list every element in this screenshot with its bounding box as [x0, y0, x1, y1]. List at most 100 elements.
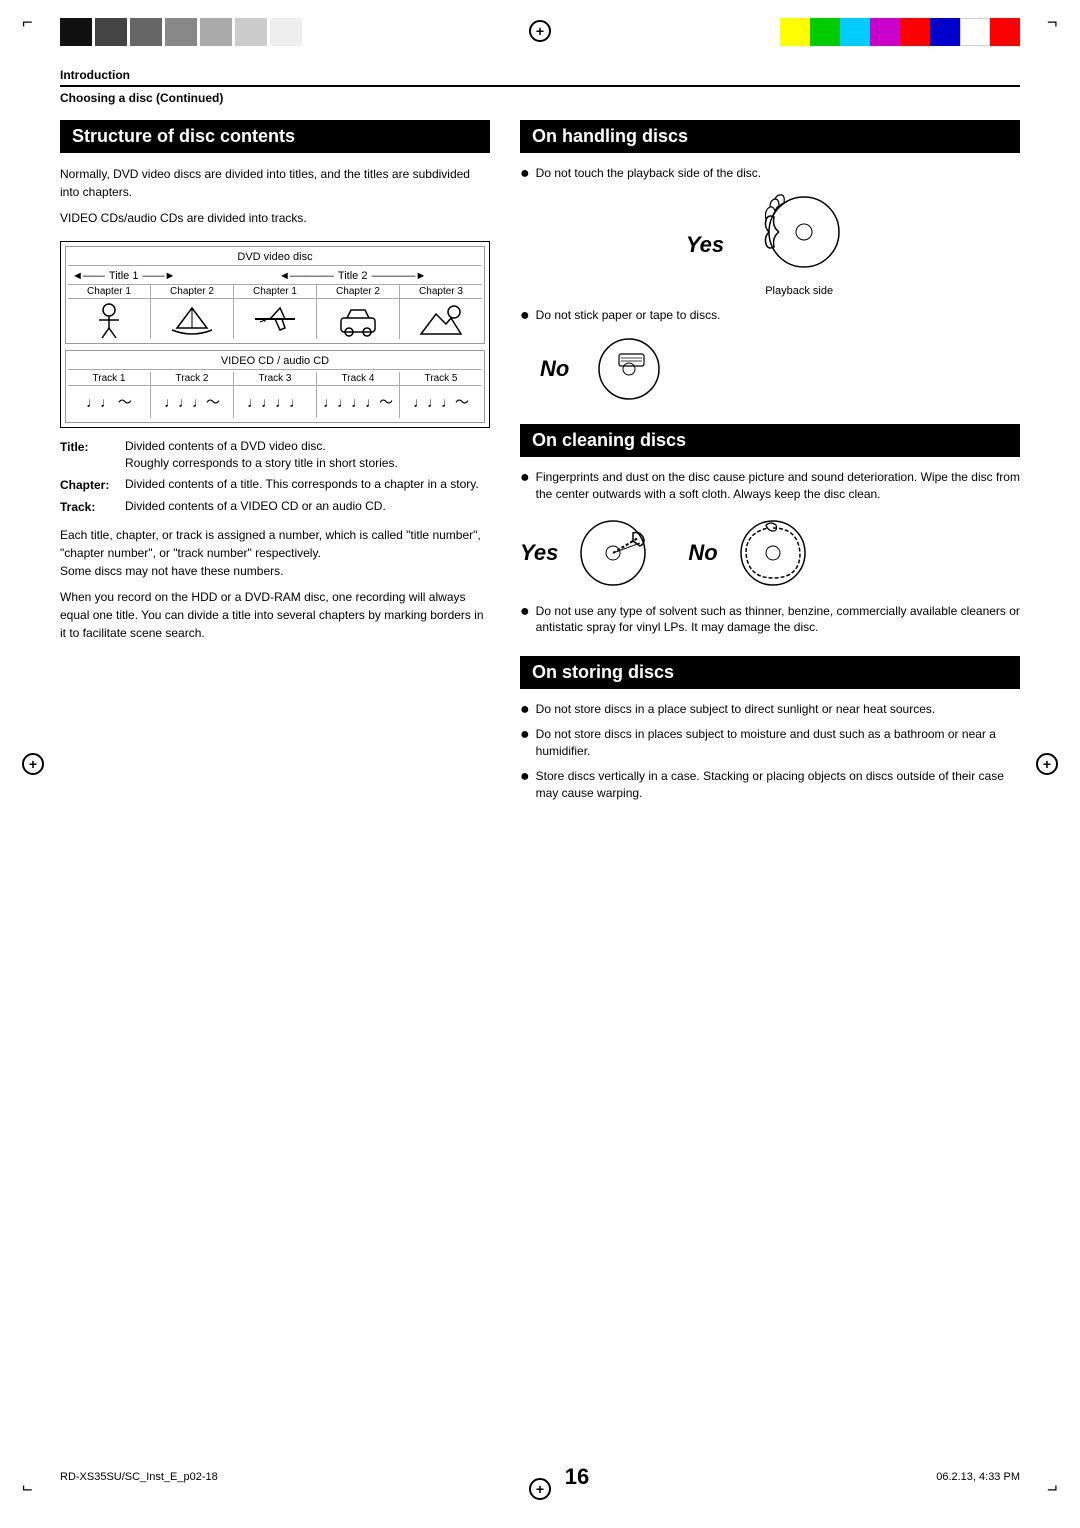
- cleaning-yes: Yes: [520, 513, 658, 593]
- storing-bullet-1: ● Do not store discs in a place subject …: [520, 701, 1020, 718]
- playback-side-note: Playback side: [744, 285, 854, 297]
- storing-bullet-1-text: Do not store discs in a place subject to…: [536, 701, 936, 718]
- top-color-bar: [780, 18, 1020, 46]
- title1-arrow-right: ——►: [142, 270, 175, 282]
- bullet-dot-4: ●: [520, 604, 530, 620]
- main-content: Structure of disc contents Normally, DVD…: [60, 120, 1020, 821]
- handling-bullet-2: ● Do not stick paper or tape to discs.: [520, 307, 1020, 324]
- body-text-1: Each title, chapter, or track is assigne…: [60, 526, 490, 580]
- def-title: Title: Divided contents of a DVD video d…: [60, 438, 490, 472]
- handling-bullet-1-text: Do not touch the playback side of the di…: [536, 165, 761, 182]
- chapter-cell: Chapter 1: [234, 285, 317, 298]
- corner-mark-tl: ⌐: [22, 12, 33, 33]
- def-track-term: Track:: [60, 498, 125, 516]
- chapter-cell: Chapter 1: [68, 285, 151, 298]
- cleaning-bullet-2-text: Do not use any type of solvent such as t…: [536, 603, 1020, 637]
- handling-bullet-1: ● Do not touch the playback side of the …: [520, 165, 1020, 182]
- storing-bullet-2-text: Do not store discs in places subject to …: [536, 726, 1020, 760]
- def-title-desc: Divided contents of a DVD video disc.Rou…: [125, 438, 398, 472]
- music-cell-3: ♩♩♩♩: [234, 386, 317, 418]
- title2-label: ◄———— Title 2 ————►: [275, 270, 482, 282]
- storing-bullet-3-text: Store discs vertically in a case. Stacki…: [536, 768, 1020, 802]
- yes-disc-pair: Yes: [686, 192, 854, 297]
- img-cell-2: [151, 299, 234, 339]
- track-cell-5: Track 5: [400, 372, 482, 385]
- music-cell-5: ♩♩♩～: [400, 386, 482, 418]
- img-cell-5: [400, 299, 482, 339]
- no-label-handling: No: [540, 356, 569, 382]
- bullet-dot-7: ●: [520, 769, 530, 785]
- handling-section: On handling discs ● Do not touch the pla…: [520, 120, 1020, 404]
- def-chapter-desc: Divided contents of a title. This corres…: [125, 476, 479, 494]
- cleaning-bullet-1: ● Fingerprints and dust on the disc caus…: [520, 469, 1020, 503]
- no-disc-svg: [589, 334, 669, 404]
- corner-mark-tr: ⌐: [1047, 12, 1058, 33]
- page-footer: RD-XS35SU/SC_Inst_E_p02-18 16 06.2.13, 4…: [60, 1464, 1020, 1490]
- music-cell-4: ♩♩♩♩～: [317, 386, 400, 418]
- footer-left-note: RD-XS35SU/SC_Inst_E_p02-18: [60, 1471, 218, 1483]
- cleaning-yes-label: Yes: [520, 540, 558, 566]
- subsection-label: Choosing a disc (Continued): [60, 91, 1020, 105]
- track-cell-3: Track 3: [234, 372, 317, 385]
- intro-text-2: VIDEO CDs/audio CDs are divided into tra…: [60, 209, 490, 227]
- yes-disc-area: Yes: [520, 192, 1020, 297]
- chapter-cell: Chapter 2: [151, 285, 234, 298]
- title1-arrow: ◄——: [72, 270, 105, 282]
- bullet-dot-2: ●: [520, 308, 530, 324]
- cleaning-yes-no: Yes No: [520, 513, 1020, 593]
- bullet-dot-1: ●: [520, 166, 530, 182]
- img-cell-1: [68, 299, 151, 339]
- music-cell-2: ♩♩♩～: [151, 386, 234, 418]
- cleaning-section: On cleaning discs ● Fingerprints and dus…: [520, 424, 1020, 636]
- reg-circle-right: [1036, 753, 1058, 775]
- reg-circle-top: [529, 20, 551, 42]
- bullet-dot-6: ●: [520, 727, 530, 743]
- storing-bullet-3: ● Store discs vertically in a case. Stac…: [520, 768, 1020, 802]
- title2-arrow-right: ————►: [371, 270, 426, 282]
- title1-label: ◄—— Title 1 ——►: [68, 270, 275, 282]
- page-number: 16: [565, 1464, 589, 1490]
- handling-section-header: On handling discs: [520, 120, 1020, 153]
- track-cell-4: Track 4: [317, 372, 400, 385]
- def-chapter-term: Chapter:: [60, 476, 125, 494]
- page-header: Introduction Choosing a disc (Continued): [60, 68, 1020, 105]
- cleaning-yes-svg: [568, 513, 658, 593]
- corner-mark-br: ⌐: [1047, 1479, 1058, 1500]
- music-cell-1: ♩♩ ～: [68, 386, 151, 418]
- track-cell-2: Track 2: [151, 372, 234, 385]
- cleaning-bullet-1-text: Fingerprints and dust on the disc cause …: [536, 469, 1020, 503]
- cleaning-section-header: On cleaning discs: [520, 424, 1020, 457]
- right-column: On handling discs ● Do not touch the pla…: [520, 120, 1020, 821]
- vcd-disc-row: VIDEO CD / audio CD Track 1 Track 2 Trac…: [65, 350, 485, 423]
- yes-label-handling: Yes: [686, 232, 724, 258]
- def-track-desc: Divided contents of a VIDEO CD or an aud…: [125, 498, 386, 516]
- vcd-disc-label: VIDEO CD / audio CD: [68, 355, 482, 370]
- cleaning-no-label: No: [688, 540, 717, 566]
- cleaning-no: No: [688, 513, 817, 593]
- bullet-dot-3: ●: [520, 470, 530, 486]
- images-row: [68, 299, 482, 339]
- dvd-disc-row: DVD video disc ◄—— Title 1 ——► ◄———— Tit…: [65, 246, 485, 344]
- storing-bullet-2: ● Do not store discs in places subject t…: [520, 726, 1020, 760]
- corner-mark-bl: ⌐: [22, 1479, 33, 1500]
- cleaning-bullet-2: ● Do not use any type of solvent such as…: [520, 603, 1020, 637]
- structure-section-header: Structure of disc contents: [60, 120, 490, 153]
- music-row: ♩♩ ～ ♩♩♩～ ♩♩♩♩ ♩♩♩♩～ ♩♩♩～: [68, 386, 482, 418]
- no-disc-area: No: [540, 334, 1020, 404]
- track-cell-1: Track 1: [68, 372, 151, 385]
- def-chapter: Chapter: Divided contents of a title. Th…: [60, 476, 490, 494]
- body-text-2: When you record on the HDD or a DVD-RAM …: [60, 588, 490, 642]
- bullet-dot-5: ●: [520, 702, 530, 718]
- top-black-bar: [60, 18, 302, 46]
- yes-label-text: Yes: [686, 232, 724, 257]
- left-column: Structure of disc contents Normally, DVD…: [60, 120, 490, 821]
- footer-right-note: 06.2.13, 4:33 PM: [936, 1471, 1020, 1483]
- disc-diagram: DVD video disc ◄—— Title 1 ——► ◄———— Tit…: [60, 241, 490, 428]
- chapters-row: Chapter 1 Chapter 2 Chapter 1 Chapter 2 …: [68, 285, 482, 299]
- section-label: Introduction: [60, 68, 1020, 87]
- intro-text-1: Normally, DVD video discs are divided in…: [60, 165, 490, 201]
- tracks-header-row: Track 1 Track 2 Track 3 Track 4 Track 5: [68, 372, 482, 386]
- handling-bullet-2-text: Do not stick paper or tape to discs.: [536, 307, 721, 324]
- cleaning-no-svg: [728, 513, 818, 593]
- img-cell-3: [234, 299, 317, 339]
